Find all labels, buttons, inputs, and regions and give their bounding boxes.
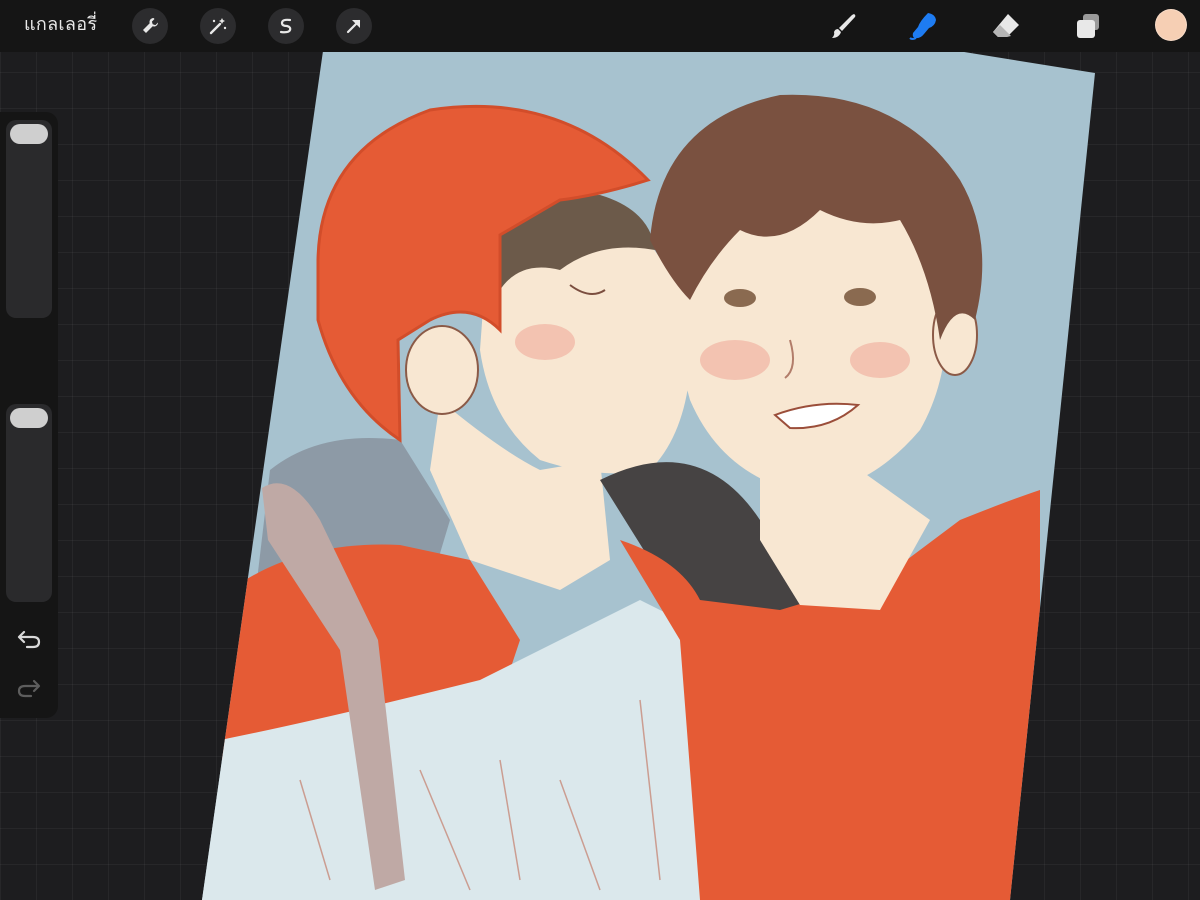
red-shoulder-left (220, 544, 520, 760)
right-ear (932, 294, 978, 376)
right-eye-left (724, 289, 756, 307)
paint-tool-button[interactable] (826, 8, 862, 44)
left-hair (488, 195, 655, 290)
color-picker-button[interactable] (1155, 9, 1187, 41)
wrench-icon (143, 17, 159, 33)
eraser-tool-button[interactable] (988, 8, 1024, 44)
adjustments-button[interactable] (200, 8, 236, 44)
left-face (480, 217, 692, 474)
opacity-thumb[interactable] (10, 408, 48, 428)
brush-icon (832, 14, 856, 38)
left-eye-line (569, 284, 606, 295)
light-shirt-left (202, 600, 740, 900)
red-cap (316, 104, 651, 443)
opacity-slider[interactable] (6, 404, 52, 602)
left-ear (405, 325, 479, 415)
brush-size-thumb[interactable] (10, 124, 48, 144)
undo-icon (17, 630, 41, 649)
eraser-icon (993, 14, 1019, 37)
right-nose (784, 339, 795, 379)
undo-button[interactable] (15, 626, 43, 652)
canvas-paper (202, 51, 1095, 900)
gray-hood-left (250, 438, 450, 640)
right-face (676, 180, 947, 492)
right-hair (650, 94, 983, 340)
transform-button[interactable] (336, 8, 372, 44)
red-hoodie-right (620, 490, 1040, 900)
smudge-icon (909, 13, 936, 40)
left-sidebar (0, 112, 58, 718)
transform-arrow-icon (346, 19, 361, 34)
layers-button[interactable] (1070, 8, 1106, 44)
redo-icon (17, 679, 41, 698)
brush-size-slider[interactable] (6, 120, 52, 318)
redo-button[interactable] (15, 675, 43, 701)
gallery-button[interactable]: แกลเลอรี่ (24, 13, 97, 37)
dark-hood-right (600, 462, 1040, 640)
smudge-tool-button[interactable] (906, 8, 942, 44)
layers-icon (1077, 14, 1099, 38)
bag-strap (262, 483, 405, 890)
left-blush (515, 324, 575, 360)
drawing-canvas[interactable] (0, 0, 1200, 900)
magic-wand-icon (209, 18, 227, 35)
selection-s-icon (279, 18, 292, 34)
left-neck (430, 400, 610, 590)
right-mouth (773, 402, 861, 430)
right-eye-right (844, 288, 876, 306)
right-blush-left (700, 340, 770, 380)
right-blush-right (850, 342, 910, 378)
sketch-lines (299, 699, 661, 891)
selection-button[interactable] (268, 8, 304, 44)
actions-button[interactable] (132, 8, 168, 44)
top-toolbar: แกลเลอรี่ (0, 0, 1200, 52)
right-neck (760, 470, 930, 610)
